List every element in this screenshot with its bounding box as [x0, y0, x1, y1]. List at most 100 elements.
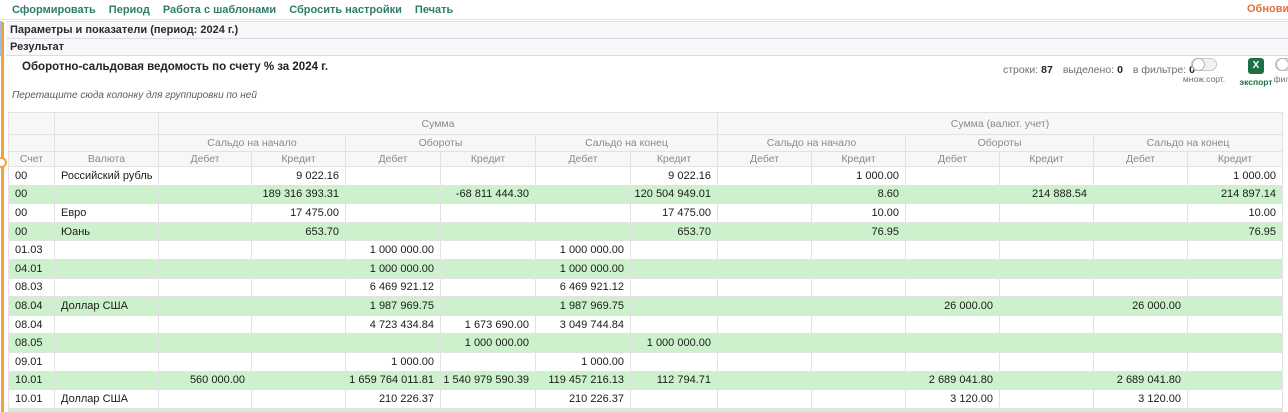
value-cell[interactable]	[252, 408, 346, 412]
value-cell[interactable]	[441, 390, 536, 409]
column-header-debit[interactable]: Дебет	[346, 152, 441, 167]
value-cell[interactable]: 210 226.37	[346, 390, 441, 409]
value-cell[interactable]	[1000, 222, 1094, 241]
value-cell[interactable]	[346, 185, 441, 204]
value-cell[interactable]: 3 049 744.84	[536, 315, 631, 334]
currency-cell[interactable]	[55, 315, 159, 334]
value-cell[interactable]	[1000, 297, 1094, 316]
table-row[interactable]: 01.03 1 000 000.00 1 000 000.00	[9, 241, 1283, 260]
value-cell[interactable]	[812, 334, 906, 353]
value-cell[interactable]	[631, 352, 718, 371]
column-header-debit[interactable]: Дебет	[1094, 152, 1188, 167]
value-cell[interactable]	[159, 408, 252, 412]
value-cell[interactable]	[159, 315, 252, 334]
value-cell[interactable]	[1094, 241, 1188, 260]
table-row[interactable]: 00189 316 393.31-68 811 444.30120 504 94…	[9, 185, 1283, 204]
menu-item-reset-settings[interactable]: Сбросить настройки	[289, 4, 402, 16]
value-cell[interactable]	[159, 334, 252, 353]
table-row[interactable]: 08.051 000 000.001 000 000.00	[9, 334, 1283, 353]
value-cell[interactable]: 653.70	[631, 222, 718, 241]
value-cell[interactable]	[718, 390, 812, 409]
value-cell[interactable]	[1188, 390, 1283, 409]
value-cell[interactable]	[1000, 167, 1094, 186]
value-cell[interactable]	[718, 334, 812, 353]
value-cell[interactable]: 10.00	[1188, 204, 1283, 223]
table-row[interactable]: 08.044 723 434.841 673 690.003 049 744.8…	[9, 315, 1283, 334]
multisort-toggle[interactable]	[1191, 58, 1217, 71]
account-cell[interactable]: 10.01	[9, 390, 55, 409]
table-row[interactable]: 08.036 469 921.126 469 921.12	[9, 278, 1283, 297]
value-cell[interactable]	[1000, 278, 1094, 297]
value-cell[interactable]	[1188, 278, 1283, 297]
value-cell[interactable]: 1 000 000.00	[631, 334, 718, 353]
value-cell[interactable]: 3 120.00	[906, 390, 1000, 409]
menu-item-print[interactable]: Печать	[415, 4, 453, 16]
value-cell[interactable]	[718, 167, 812, 186]
account-cell[interactable]: 00	[9, 185, 55, 204]
value-cell[interactable]: 1 000 000.00	[536, 241, 631, 260]
value-cell[interactable]: 120 504 949.01	[631, 185, 718, 204]
value-cell[interactable]: 119 457 216.13	[536, 371, 631, 390]
value-cell[interactable]	[441, 297, 536, 316]
value-cell[interactable]	[812, 278, 906, 297]
value-cell[interactable]: 1 000 000.00	[346, 259, 441, 278]
value-cell[interactable]: 653.70	[252, 222, 346, 241]
value-cell[interactable]: 214 888.54	[1000, 185, 1094, 204]
currency-cell[interactable]: Юань	[55, 222, 159, 241]
column-header-debit[interactable]: Дебет	[159, 152, 252, 167]
value-cell[interactable]	[812, 297, 906, 316]
value-cell[interactable]	[1188, 352, 1283, 371]
value-cell[interactable]	[718, 204, 812, 223]
currency-cell[interactable]	[55, 371, 159, 390]
value-cell[interactable]: 10.00	[812, 204, 906, 223]
value-cell[interactable]: 9 022.16	[252, 167, 346, 186]
value-cell[interactable]	[1000, 204, 1094, 223]
value-cell[interactable]: 1 987 969.75	[536, 297, 631, 316]
table-row[interactable]: 10.01Доллар США210 226.37210 226.373 120…	[9, 390, 1283, 409]
value-cell[interactable]	[718, 185, 812, 204]
currency-cell[interactable]	[55, 259, 159, 278]
value-cell[interactable]	[1094, 408, 1188, 412]
value-cell[interactable]	[718, 259, 812, 278]
value-cell[interactable]	[1000, 408, 1094, 412]
currency-cell[interactable]	[55, 352, 159, 371]
value-cell[interactable]	[1000, 259, 1094, 278]
value-cell[interactable]	[906, 185, 1000, 204]
value-cell[interactable]	[441, 222, 536, 241]
value-cell[interactable]: 210 226.37	[536, 390, 631, 409]
value-cell[interactable]	[906, 278, 1000, 297]
value-cell[interactable]	[441, 204, 536, 223]
section-parameters-bar[interactable]: Параметры и показатели (период: 2024 г.)	[6, 21, 1288, 39]
value-cell[interactable]: 9 022.16	[631, 167, 718, 186]
value-cell[interactable]	[1094, 259, 1188, 278]
value-cell[interactable]	[906, 315, 1000, 334]
value-cell[interactable]: 1 000 000.00	[346, 241, 441, 260]
account-cell[interactable]: 08.04	[9, 297, 55, 316]
value-cell[interactable]	[631, 297, 718, 316]
value-cell[interactable]	[536, 408, 631, 412]
value-cell[interactable]	[812, 315, 906, 334]
value-cell[interactable]	[159, 259, 252, 278]
value-cell[interactable]	[1000, 390, 1094, 409]
filter-toggle[interactable]	[1275, 58, 1288, 71]
value-cell[interactable]	[906, 241, 1000, 260]
table-row[interactable]: 09.011 000.001 000.00	[9, 352, 1283, 371]
value-cell[interactable]	[159, 352, 252, 371]
value-cell[interactable]: 214 897.14	[1188, 185, 1283, 204]
value-cell[interactable]	[1094, 167, 1188, 186]
value-cell[interactable]	[159, 185, 252, 204]
currency-cell[interactable]: Российский рубль	[55, 167, 159, 186]
section-result-bar[interactable]: Результат	[6, 38, 1288, 56]
value-cell[interactable]	[441, 167, 536, 186]
value-cell[interactable]	[631, 315, 718, 334]
value-cell[interactable]	[1094, 204, 1188, 223]
value-cell[interactable]	[906, 204, 1000, 223]
table-row[interactable]: 00Российский рубль9 022.169 022.161 000.…	[9, 167, 1283, 186]
account-cell[interactable]: 01.03	[9, 241, 55, 260]
value-cell[interactable]	[159, 278, 252, 297]
menu-item-period[interactable]: Период	[109, 4, 150, 16]
value-cell[interactable]: 1 000 000.00	[441, 334, 536, 353]
table-row[interactable]: 10.01560 000.001 659 764 011.811 540 979…	[9, 371, 1283, 390]
account-cell[interactable]: 08.04	[9, 315, 55, 334]
value-cell[interactable]: 4 723 434.84	[346, 315, 441, 334]
